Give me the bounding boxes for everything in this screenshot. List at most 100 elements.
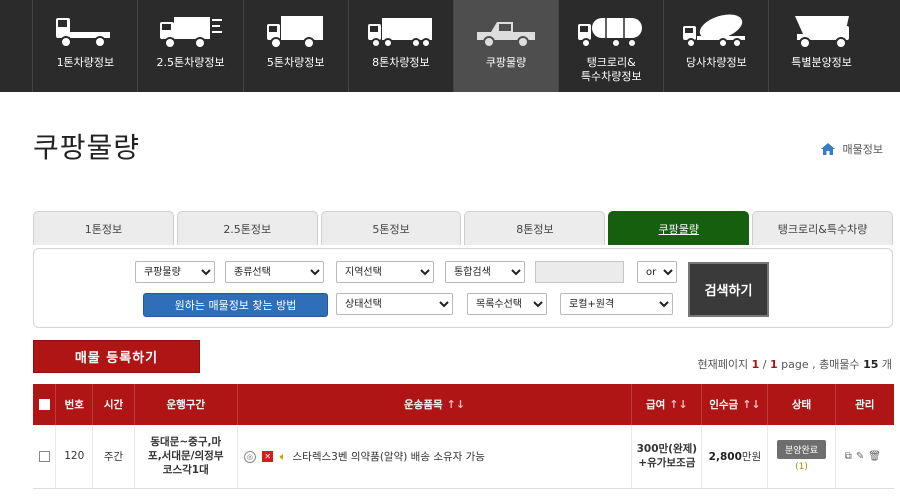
close-mark-icon: ✕ [262,451,274,463]
search-button[interactable]: 검색하기 [688,262,769,317]
fee-unit: 만원 [741,450,762,463]
dump-truck-icon [794,16,849,49]
cargo-text: 스타렉스3벤 의약품(알약) 배송 소유자 가능 [292,450,485,463]
breadcrumb-current[interactable]: 매물정보 [843,141,883,157]
pay-line: +유가보조금 [638,457,696,470]
search-scope-select[interactable]: 통합검색 [445,261,525,283]
status-badge: 분양완료 [776,440,827,460]
nav-item-company[interactable]: 당사차량정보 [663,0,768,92]
nav-item-coupang[interactable]: 쿠팡물량 [452,0,559,92]
search-filter-panel: 쿠팡물량 종류선택 지역선택 통합검색 or 원하는 매물정보 찾는 방법 상태… [33,248,893,328]
source-select[interactable]: 로컬+원격 [560,293,673,315]
status-count: (1) [795,462,808,473]
copy-icon[interactable]: ⧉ [845,451,856,462]
mixer-truck-icon [683,14,746,48]
category-select[interactable]: 쿠팡물량 [135,261,215,283]
van-truck-icon [159,17,222,49]
col-time: 시간 [92,384,135,425]
route-line: 동대문~중구,마 [150,436,222,449]
page-info-mid: page , 총매물수 [781,358,860,371]
nav-item-8ton[interactable]: 8톤차량정보 [347,0,453,92]
row-select-cell [33,425,57,489]
nav-label: 특별분양정보 [791,56,852,69]
row-fee: 2,800만원 [701,425,769,489]
col-cargo[interactable]: 운송품목 ↑↓ [237,384,633,425]
cargo-truck-icon [367,18,432,48]
select-all-header [33,384,57,425]
row-time: 주간 [92,425,135,489]
search-input[interactable] [535,261,624,283]
total-count: 15 [863,358,879,371]
breadcrumb: 매물정보 [820,141,883,157]
edit-icon[interactable]: ✎ [856,451,868,462]
nav-label: 2.5톤차량정보 [156,56,225,69]
sort-icon[interactable]: ↑↓ [447,398,465,411]
register-listing-button[interactable]: 매물 등록하기 [33,340,200,373]
col-manage: 관리 [835,384,894,425]
nav-label: 쿠팡물량 [485,56,527,69]
tab-8ton[interactable]: 8톤정보 [464,211,606,245]
tanker-truck-icon [578,18,643,48]
type-select[interactable]: 종류선택 [225,261,324,283]
nav-item-1ton[interactable]: 1톤차량정보 [32,0,137,92]
sort-icon[interactable]: ↑↓ [669,398,687,411]
table-row[interactable]: 120 주간 동대문~중구,마 포,서대문/의정부 코스각1대 ◎ ✕ 🔈︎ 스… [33,425,894,489]
nav-spacer-left [0,0,33,92]
page-title: 쿠팡물량 [33,131,141,164]
col-fee[interactable]: 인수금 ↑↓ [701,384,769,425]
top-navigation: 1톤차량정보 2.5톤차량정보 5톤차량정보 8톤차량정보 쿠팡물량 탱크로리&… [0,0,900,92]
fee-amount: 2,800 [708,450,742,463]
search-help-button[interactable]: 원하는 매물정보 찾는 방법 [143,293,328,317]
box-truck-icon [266,16,323,49]
or-select[interactable]: or [637,261,677,283]
nav-label: 당사차량정보 [686,56,747,69]
row-checkbox[interactable] [38,450,50,462]
row-route[interactable]: 동대문~중구,마 포,서대문/의정부 코스각1대 [134,425,238,489]
route-line: 코스각1대 [162,464,209,477]
region-select[interactable]: 지역선택 [336,261,434,283]
sort-icon[interactable]: ↑↓ [742,398,760,411]
home-icon[interactable] [820,143,835,155]
tab-2-5ton[interactable]: 2.5톤정보 [176,211,318,245]
route-line: 포,서대문/의정부 [148,450,224,463]
status-select[interactable]: 상태선택 [336,293,453,315]
nav-item-tanker[interactable]: 탱크로리& 특수차량정보 [558,0,663,92]
delete-icon[interactable]: 🗑︎ [868,451,885,462]
row-cargo[interactable]: ◎ ✕ 🔈︎ 스타렉스3벤 의약품(알약) 배송 소유자 가능 [237,425,633,489]
col-route: 운행구간 [134,384,238,425]
page-info: 현재페이지 1 / 1 page , 총매물수 15 개 [697,356,892,372]
pay-line: 300만(완제) [636,443,698,456]
nav-spacer-right [873,0,900,92]
category-tabs: 1톤정보 2.5톤정보 5톤정보 8톤정보 쿠팡물량 탱크로리&특수차량 [33,211,893,245]
table-header-row: 번호 시간 운행구간 운송품목 ↑↓ 급여 ↑↓ 인수금 ↑↓ 상태 관리 [33,384,894,425]
col-status: 상태 [767,384,836,425]
row-manage: ⧉✎🗑︎ [835,425,894,489]
pickup-truck-icon [477,22,536,48]
select-all-checkbox[interactable] [38,399,50,410]
col-pay[interactable]: 급여 ↑↓ [631,384,703,425]
col-number: 번호 [55,384,94,425]
tab-1ton[interactable]: 1톤정보 [33,211,174,245]
nav-label: 탱크로리& 특수차량정보 [580,56,642,83]
tab-coupang[interactable]: 쿠팡물량 [608,211,750,245]
current-page: 1 [751,358,760,371]
nav-item-2-5ton[interactable]: 2.5톤차량정보 [137,0,242,92]
nav-label: 1톤차량정보 [56,56,115,69]
page-sep: / [762,358,767,371]
total-pages: 1 [769,358,778,371]
row-number: 120 [55,425,94,489]
row-pay: 300만(완제) +유가보조금 [631,425,703,489]
tab-5ton[interactable]: 5톤정보 [320,211,462,245]
speaker-icon: 🔈︎ [279,449,287,463]
list-count-select[interactable]: 목록수선택 [467,293,547,315]
page-info-prefix: 현재페이지 [697,358,749,371]
count-unit: 개 [881,358,892,371]
tab-tanker-special[interactable]: 탱크로리&특수차량 [752,211,893,245]
col-pay-label: 급여 [645,399,666,411]
nav-item-special[interactable]: 특별분양정보 [768,0,873,92]
col-fee-label: 인수금 [709,399,739,411]
comment-icon: ◎ [243,450,256,463]
nav-item-5ton[interactable]: 5톤차량정보 [242,0,348,92]
col-cargo-label: 운송품목 [404,399,443,411]
row-status: 분양완료 (1) [767,425,836,489]
